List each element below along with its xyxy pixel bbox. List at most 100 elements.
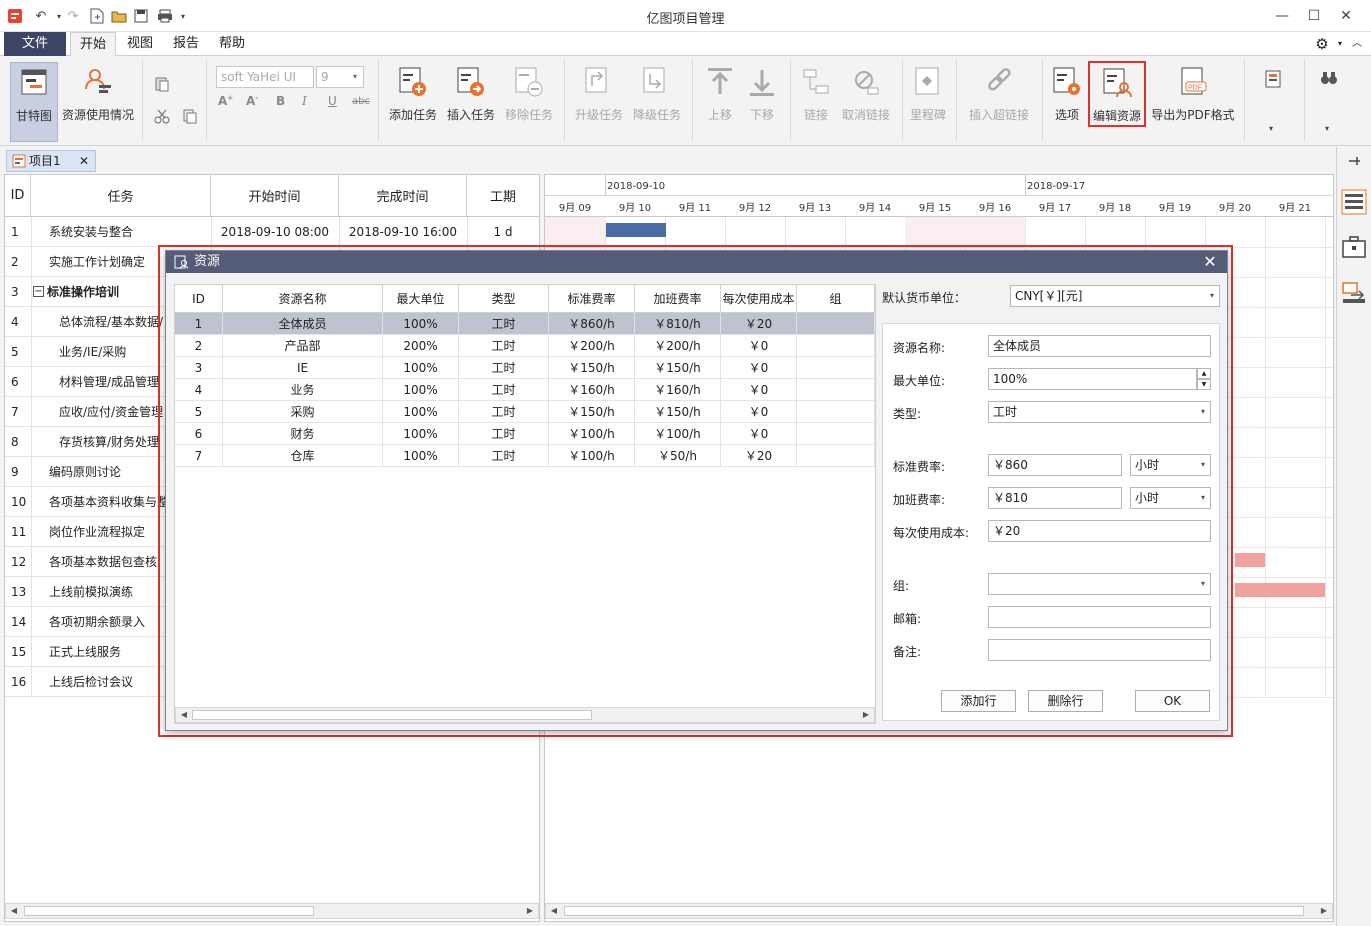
grid-header-end[interactable]: 完成时间 bbox=[339, 175, 467, 217]
grid-header-task[interactable]: 任务 bbox=[31, 175, 211, 217]
downgrade-task-button[interactable]: 降级任务 bbox=[630, 62, 684, 123]
email-input[interactable] bbox=[988, 606, 1211, 628]
add-row-button[interactable]: 添加行 bbox=[941, 690, 1016, 712]
maximize-icon[interactable]: ☐ bbox=[1304, 6, 1324, 26]
ok-button[interactable]: OK bbox=[1135, 690, 1210, 712]
edit-resource-button[interactable]: 编辑资源 bbox=[1088, 61, 1146, 127]
menu-help[interactable]: 帮助 bbox=[212, 32, 252, 56]
table-row[interactable]: 1 系统安装与整合 2018-09-10 08:00 2018-09-10 16:00… bbox=[5, 217, 539, 247]
resource-header-id[interactable]: ID bbox=[175, 285, 223, 313]
grid-header-start[interactable]: 开始时间 bbox=[211, 175, 339, 217]
task-bar[interactable] bbox=[606, 223, 666, 237]
upgrade-task-button[interactable]: 升级任务 bbox=[572, 62, 626, 123]
standard-rate-input[interactable]: ￥860 bbox=[988, 454, 1122, 476]
resource-header-group[interactable]: 组 bbox=[797, 285, 875, 313]
task-bar[interactable] bbox=[1235, 553, 1265, 567]
move-up-button[interactable]: 上移 bbox=[700, 62, 740, 123]
table-row[interactable]: 5 采购 100% 工时 ￥150/h ￥150/h ￥0 bbox=[175, 401, 875, 423]
page-setup-icon[interactable] bbox=[1264, 70, 1282, 88]
grid-header-id[interactable]: ID bbox=[5, 175, 31, 217]
resource-header-name[interactable]: 资源名称 bbox=[223, 285, 383, 313]
settings-gear-icon[interactable]: ⚙ bbox=[1310, 32, 1334, 56]
delete-row-button[interactable]: 删除行 bbox=[1028, 690, 1103, 712]
max-unit-input[interactable]: 100% bbox=[988, 368, 1197, 390]
settings-dropdown-icon[interactable]: ▾ bbox=[1334, 32, 1346, 56]
collapse-toggle-icon[interactable]: − bbox=[33, 286, 44, 297]
document-tab[interactable]: 项目1 ✕ bbox=[6, 150, 96, 172]
italic-icon[interactable]: I bbox=[302, 94, 307, 108]
export-panel-icon[interactable] bbox=[1341, 281, 1367, 305]
gantt-scroll-thumb[interactable] bbox=[564, 906, 1304, 916]
grid-header-duration[interactable]: 工期 bbox=[467, 175, 539, 217]
resource-scroll-thumb[interactable] bbox=[192, 710, 592, 720]
scroll-right-icon[interactable]: ▶ bbox=[860, 709, 872, 721]
table-row[interactable]: 2 产品部 200% 工时 ￥200/h ￥200/h ￥0 bbox=[175, 335, 875, 357]
task-properties-icon[interactable] bbox=[1341, 189, 1367, 215]
table-row[interactable]: 7 仓库 100% 工时 ￥100/h ￥50/h ￥20 bbox=[175, 445, 875, 467]
task-bar[interactable] bbox=[1235, 583, 1325, 597]
insert-task-button[interactable]: 插入任务 bbox=[444, 62, 498, 123]
pin-panel-icon[interactable] bbox=[1347, 155, 1361, 167]
close-window-icon[interactable]: ✕ bbox=[1336, 6, 1356, 26]
copy-icon[interactable] bbox=[182, 108, 198, 124]
type-select[interactable]: 工时 ▾ bbox=[988, 401, 1211, 423]
standard-rate-unit-select[interactable]: 小时 ▾ bbox=[1130, 454, 1211, 476]
dialog-close-icon[interactable]: ✕ bbox=[1201, 253, 1219, 271]
table-row[interactable]: 3 IE 100% 工时 ￥150/h ￥150/h ￥0 bbox=[175, 357, 875, 379]
menu-file[interactable]: 文件 bbox=[4, 32, 66, 56]
underline-icon[interactable]: U bbox=[328, 94, 337, 108]
resource-name-input[interactable]: 全体成员 bbox=[988, 335, 1211, 357]
note-input[interactable] bbox=[988, 639, 1211, 661]
paste-icon[interactable] bbox=[154, 76, 170, 92]
insert-hyperlink-button[interactable]: 插入超链接 bbox=[964, 62, 1034, 123]
unlink-button[interactable]: 取消链接 bbox=[838, 62, 894, 123]
bold-icon[interactable]: B bbox=[276, 94, 285, 108]
scroll-right-icon[interactable]: ▶ bbox=[1318, 905, 1330, 917]
resource-header-std[interactable]: 标准费率 bbox=[549, 285, 635, 313]
table-row[interactable]: 1 全体成员 100% 工时 ￥860/h ￥810/h ￥20 bbox=[175, 313, 875, 335]
spin-down-icon[interactable]: ▼ bbox=[1197, 379, 1211, 390]
scroll-left-icon[interactable]: ◀ bbox=[548, 905, 560, 917]
remove-task-button[interactable]: 移除任务 bbox=[502, 62, 556, 123]
milestone-button[interactable]: 里程碑 bbox=[908, 62, 948, 123]
cut-icon[interactable] bbox=[154, 108, 170, 124]
menu-report[interactable]: 报告 bbox=[166, 32, 206, 56]
group-select[interactable]: ▾ bbox=[988, 573, 1211, 595]
font-name-select[interactable]: soft YaHei UI bbox=[216, 66, 314, 88]
menu-view[interactable]: 视图 bbox=[120, 32, 160, 56]
move-down-button[interactable]: 下移 bbox=[742, 62, 782, 123]
cost-per-use-input[interactable]: ￥20 bbox=[988, 520, 1211, 542]
gantt-horizontal-scrollbar[interactable]: ◀ ▶ bbox=[545, 903, 1333, 919]
grid-horizontal-scrollbar[interactable]: ◀ ▶ bbox=[5, 903, 539, 919]
grid-scroll-thumb[interactable] bbox=[24, 906, 314, 916]
spin-up-icon[interactable]: ▲ bbox=[1197, 368, 1211, 379]
overtime-rate-input[interactable]: ￥810 bbox=[988, 487, 1122, 509]
scroll-right-icon[interactable]: ▶ bbox=[524, 905, 536, 917]
shrink-font-icon[interactable]: A- bbox=[246, 94, 258, 108]
overtime-rate-unit-select[interactable]: 小时 ▾ bbox=[1130, 487, 1211, 509]
find-binoculars-icon[interactable] bbox=[1320, 70, 1338, 86]
find-dropdown-icon[interactable]: ▾ bbox=[1325, 124, 1329, 133]
resource-header-max[interactable]: 最大单位 bbox=[383, 285, 459, 313]
currency-select[interactable]: CNY[￥][元] ▾ bbox=[1010, 285, 1220, 307]
scroll-left-icon[interactable]: ◀ bbox=[178, 709, 190, 721]
resource-header-type[interactable]: 类型 bbox=[459, 285, 549, 313]
resource-horizontal-scrollbar[interactable]: ◀ ▶ bbox=[175, 707, 875, 723]
close-tab-icon[interactable]: ✕ bbox=[79, 151, 89, 171]
minimize-icon[interactable]: — bbox=[1272, 6, 1292, 26]
grow-font-icon[interactable]: A+ bbox=[218, 94, 233, 108]
resource-usage-button[interactable]: 资源使用情况 bbox=[62, 62, 134, 123]
scroll-left-icon[interactable]: ◀ bbox=[8, 905, 20, 917]
resource-header-cost[interactable]: 每次使用成本 bbox=[721, 285, 797, 313]
font-size-select[interactable]: 9 ▾ bbox=[316, 66, 364, 88]
resource-header-ot[interactable]: 加班费率 bbox=[635, 285, 721, 313]
resource-toolbox-icon[interactable] bbox=[1341, 235, 1367, 259]
options-button[interactable]: 选项 bbox=[1048, 62, 1086, 123]
table-row[interactable]: 6 财务 100% 工时 ￥100/h ￥100/h ￥0 bbox=[175, 423, 875, 445]
export-pdf-button[interactable]: PDF 导出为PDF格式 bbox=[1150, 62, 1236, 123]
strikethrough-icon[interactable]: abc bbox=[352, 96, 370, 107]
page-setup-dropdown-icon[interactable]: ▾ bbox=[1269, 124, 1273, 133]
gantt-view-button[interactable]: 甘特图 bbox=[10, 62, 58, 142]
menu-home[interactable]: 开始 bbox=[70, 32, 116, 57]
collapse-ribbon-icon[interactable]: ︿ bbox=[1348, 32, 1366, 56]
